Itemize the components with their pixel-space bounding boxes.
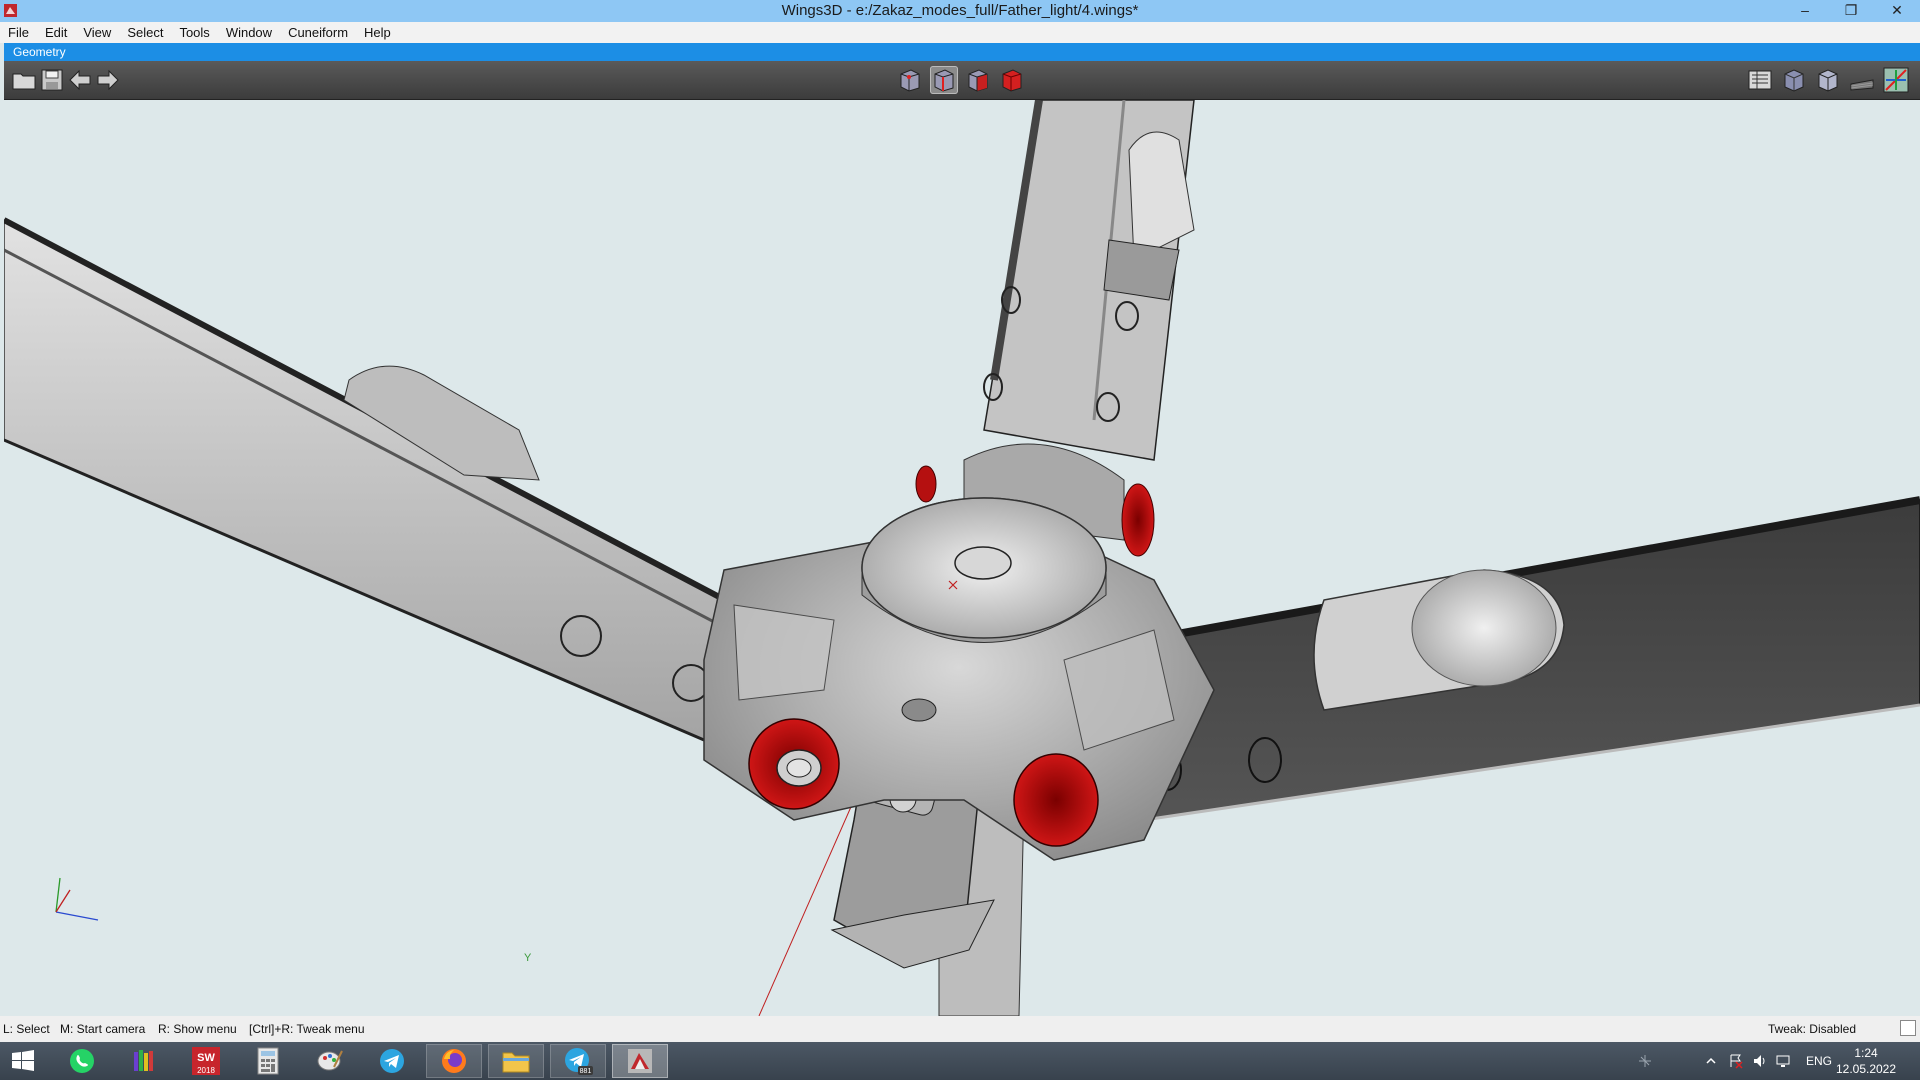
undo-arrow-icon[interactable] <box>66 66 94 94</box>
edge-mode-icon[interactable] <box>930 66 958 94</box>
geometry-toolbar <box>4 61 1920 100</box>
menu-cuneiform[interactable]: Cuneiform <box>280 22 356 43</box>
tray-volume-icon[interactable] <box>1752 1042 1768 1080</box>
title-bar: Wings3D - e:/Zakaz_modes_full/Father_lig… <box>0 0 1920 22</box>
telegram-icon <box>380 1049 404 1073</box>
menu-edit[interactable]: Edit <box>37 22 75 43</box>
status-hint-select: L: Select <box>3 1022 50 1036</box>
file-explorer-taskbar-item[interactable] <box>488 1044 544 1078</box>
menu-help[interactable]: Help <box>356 22 399 43</box>
whatsapp-icon <box>70 1049 94 1073</box>
firefox-icon <box>442 1049 466 1073</box>
solidworks-taskbar-item[interactable]: SW 2018 <box>178 1044 234 1078</box>
calculator-icon <box>257 1047 279 1075</box>
status-bar: L: Select M: Start camera R: Show menu [… <box>0 1016 1920 1042</box>
3d-viewport[interactable]: Y <box>4 100 1920 1016</box>
menu-file[interactable]: File <box>0 22 37 43</box>
tray-network-icon[interactable] <box>1776 1042 1792 1080</box>
paint-icon <box>317 1050 343 1071</box>
telegram-badge-taskbar-item[interactable]: 881 <box>550 1044 606 1078</box>
shadow-icon[interactable] <box>1848 66 1876 94</box>
clock-time: 1:24 <box>1854 1046 1878 1060</box>
svg-text:SW: SW <box>197 1052 215 1064</box>
close-button[interactable]: ✕ <box>1874 0 1920 22</box>
geometry-window: Geometry Y <box>4 43 1920 1016</box>
tweak-status: Tweak: Disabled <box>1767 1022 1856 1036</box>
axes-icon[interactable] <box>1882 66 1910 94</box>
redo-arrow-icon[interactable] <box>94 66 122 94</box>
model-render <box>4 100 1920 1016</box>
svg-text:2018: 2018 <box>197 1066 215 1075</box>
clock-date: 12.05.2022 <box>1835 1062 1897 1076</box>
body-mode-icon[interactable] <box>998 66 1026 94</box>
start-button[interactable] <box>0 1044 46 1078</box>
restore-button[interactable]: ❐ <box>1828 0 1874 22</box>
wings3d-taskbar-item[interactable] <box>612 1044 668 1078</box>
central-hub <box>703 443 1215 861</box>
solidworks-icon: SW 2018 <box>192 1047 220 1075</box>
telegram-badge-icon: 881 <box>565 1048 593 1075</box>
menu-tools[interactable]: Tools <box>171 22 217 43</box>
library-icon <box>134 1050 153 1071</box>
right-arm <box>1143 496 1920 822</box>
file-explorer-icon <box>502 1052 530 1073</box>
menu-window[interactable]: Window <box>218 22 280 43</box>
wireframe-icon[interactable] <box>1814 66 1842 94</box>
smooth-shade-icon[interactable] <box>1780 66 1808 94</box>
library-taskbar-item[interactable] <box>116 1044 172 1078</box>
geometry-title-bar[interactable]: Geometry <box>4 43 1920 61</box>
status-hint-tweak: [Ctrl]+R: Tweak menu <box>249 1022 365 1036</box>
vertex-mode-icon[interactable] <box>896 66 924 94</box>
save-icon[interactable] <box>38 66 66 94</box>
status-hint-camera: M: Start camera <box>60 1022 146 1036</box>
menu-select[interactable]: Select <box>119 22 171 43</box>
firefox-taskbar-item[interactable] <box>426 1044 482 1078</box>
whatsapp-taskbar-item[interactable] <box>54 1044 110 1078</box>
left-arm <box>4 217 746 742</box>
minimize-button[interactable]: – <box>1782 0 1828 22</box>
svg-text:881: 881 <box>580 1068 592 1075</box>
groundplane-icon[interactable] <box>1746 66 1774 94</box>
paint-taskbar-item[interactable] <box>302 1044 358 1078</box>
windows-logo-icon <box>12 1050 34 1071</box>
open-folder-icon[interactable] <box>10 66 38 94</box>
status-hint-menu: R: Show menu <box>158 1022 237 1036</box>
calculator-taskbar-item[interactable] <box>240 1044 296 1078</box>
menu-bar: File Edit View Select Tools Window Cunei… <box>0 22 1920 43</box>
menu-view[interactable]: View <box>75 22 119 43</box>
resize-grip[interactable] <box>1900 1020 1916 1036</box>
tray-expand-icon[interactable] <box>1706 1042 1716 1080</box>
clock[interactable]: 1:24 12.05.2022 <box>1826 1045 1906 1077</box>
axis-gizmo <box>55 877 99 921</box>
telegram-taskbar-item[interactable] <box>364 1044 420 1078</box>
y-axis-label: Y <box>524 952 532 964</box>
tray-flag-icon[interactable] <box>1728 1042 1744 1080</box>
upper-arm <box>983 100 1195 461</box>
taskbar: SW 2018 881 ENG 1:24 12.05.2022 <box>0 1042 1920 1080</box>
face-mode-icon[interactable] <box>964 66 992 94</box>
geometry-title: Geometry <box>13 45 66 59</box>
window-title: Wings3D - e:/Zakaz_modes_full/Father_lig… <box>781 2 1139 19</box>
tray-pen-icon[interactable] <box>1636 1042 1654 1080</box>
wings3d-icon <box>628 1049 652 1073</box>
